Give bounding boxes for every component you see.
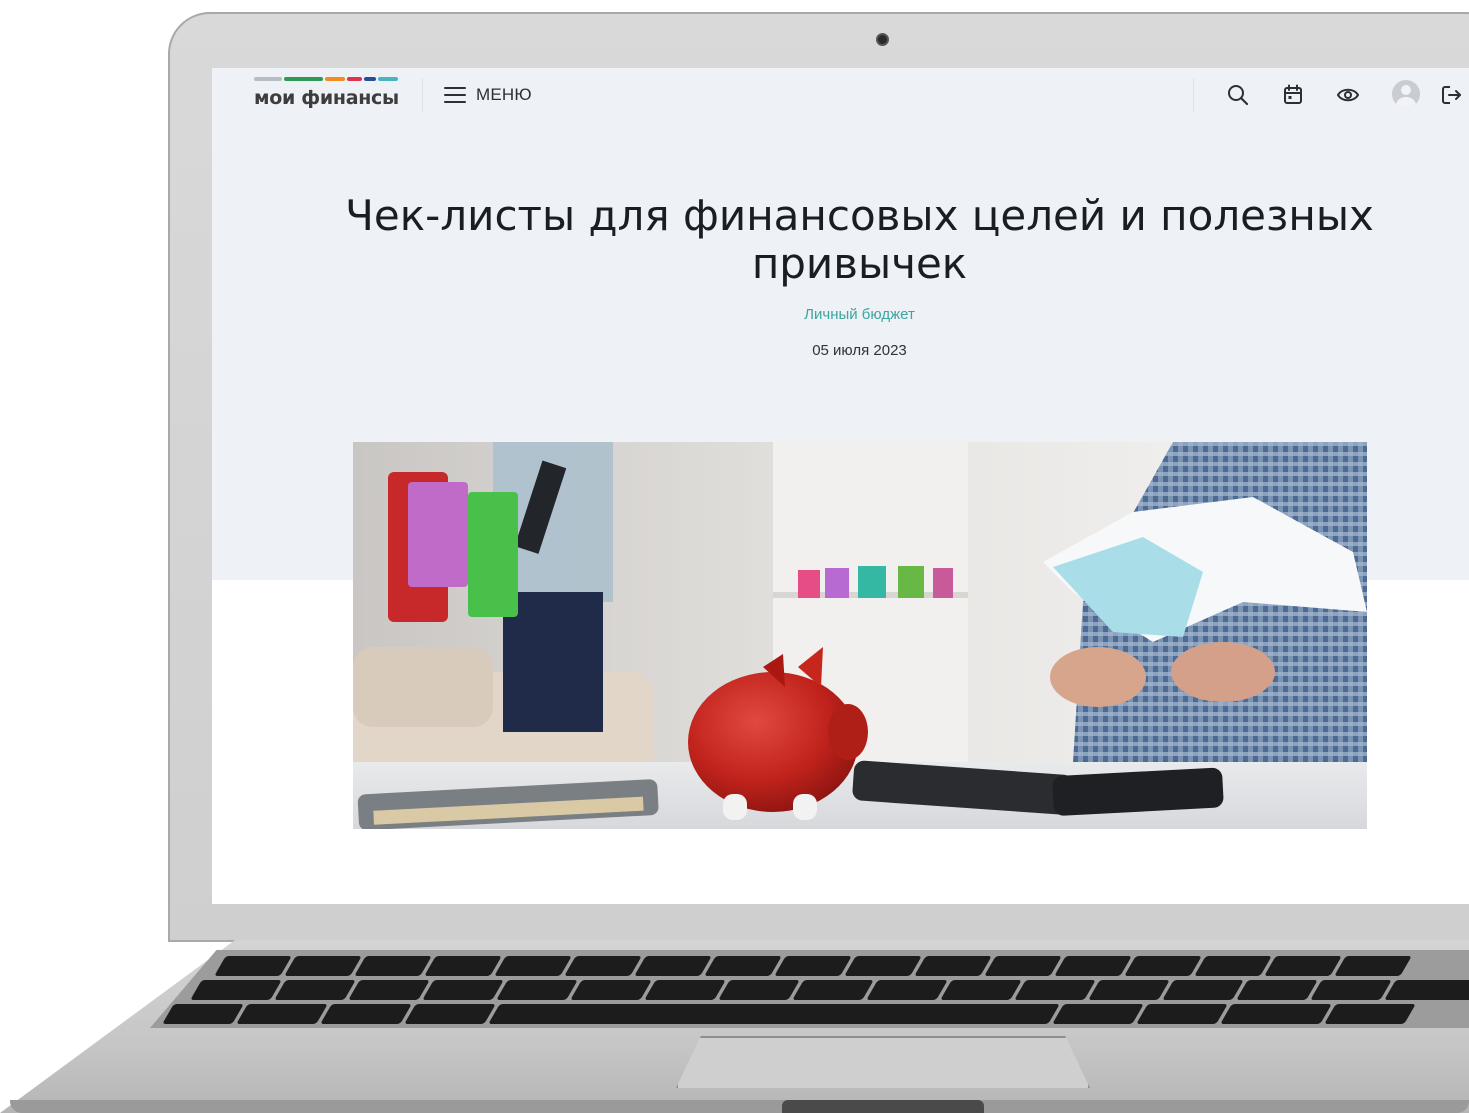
menu-button[interactable]: МЕНЮ (444, 83, 532, 107)
header-divider (422, 78, 423, 112)
laptop-notch (782, 1100, 984, 1113)
laptop-base-edge (10, 1100, 1469, 1113)
keyboard (150, 950, 1469, 1028)
logout-icon[interactable] (1439, 82, 1465, 108)
menu-label: МЕНЮ (476, 85, 532, 104)
eye-icon[interactable] (1335, 82, 1361, 108)
user-avatar[interactable] (1392, 80, 1420, 108)
site-logo[interactable]: мои финансы (254, 77, 399, 115)
calendar-icon[interactable] (1280, 82, 1306, 108)
laptop-screen: мои финансы МЕНЮ Чек-листы для финансовы… (212, 68, 1469, 904)
trackpad (676, 1036, 1090, 1088)
search-icon[interactable] (1225, 82, 1251, 108)
article-hero-image (353, 442, 1367, 829)
article-date: 05 июля 2023 (812, 342, 907, 359)
webcam (876, 33, 889, 46)
article-title: Чек-листы для финансовых целей и полезны… (345, 191, 1374, 288)
keyboard-row (190, 980, 1469, 1000)
logo-stripes (254, 77, 398, 81)
keyboard-row (214, 956, 1412, 976)
keyboard-row (162, 1004, 1416, 1024)
hamburger-icon (444, 87, 466, 103)
site-header: мои финансы МЕНЮ (212, 68, 1469, 124)
article-category-link[interactable]: Личный бюджет (212, 306, 1469, 323)
header-divider (1193, 78, 1194, 112)
logo-text: мои финансы (254, 87, 399, 109)
